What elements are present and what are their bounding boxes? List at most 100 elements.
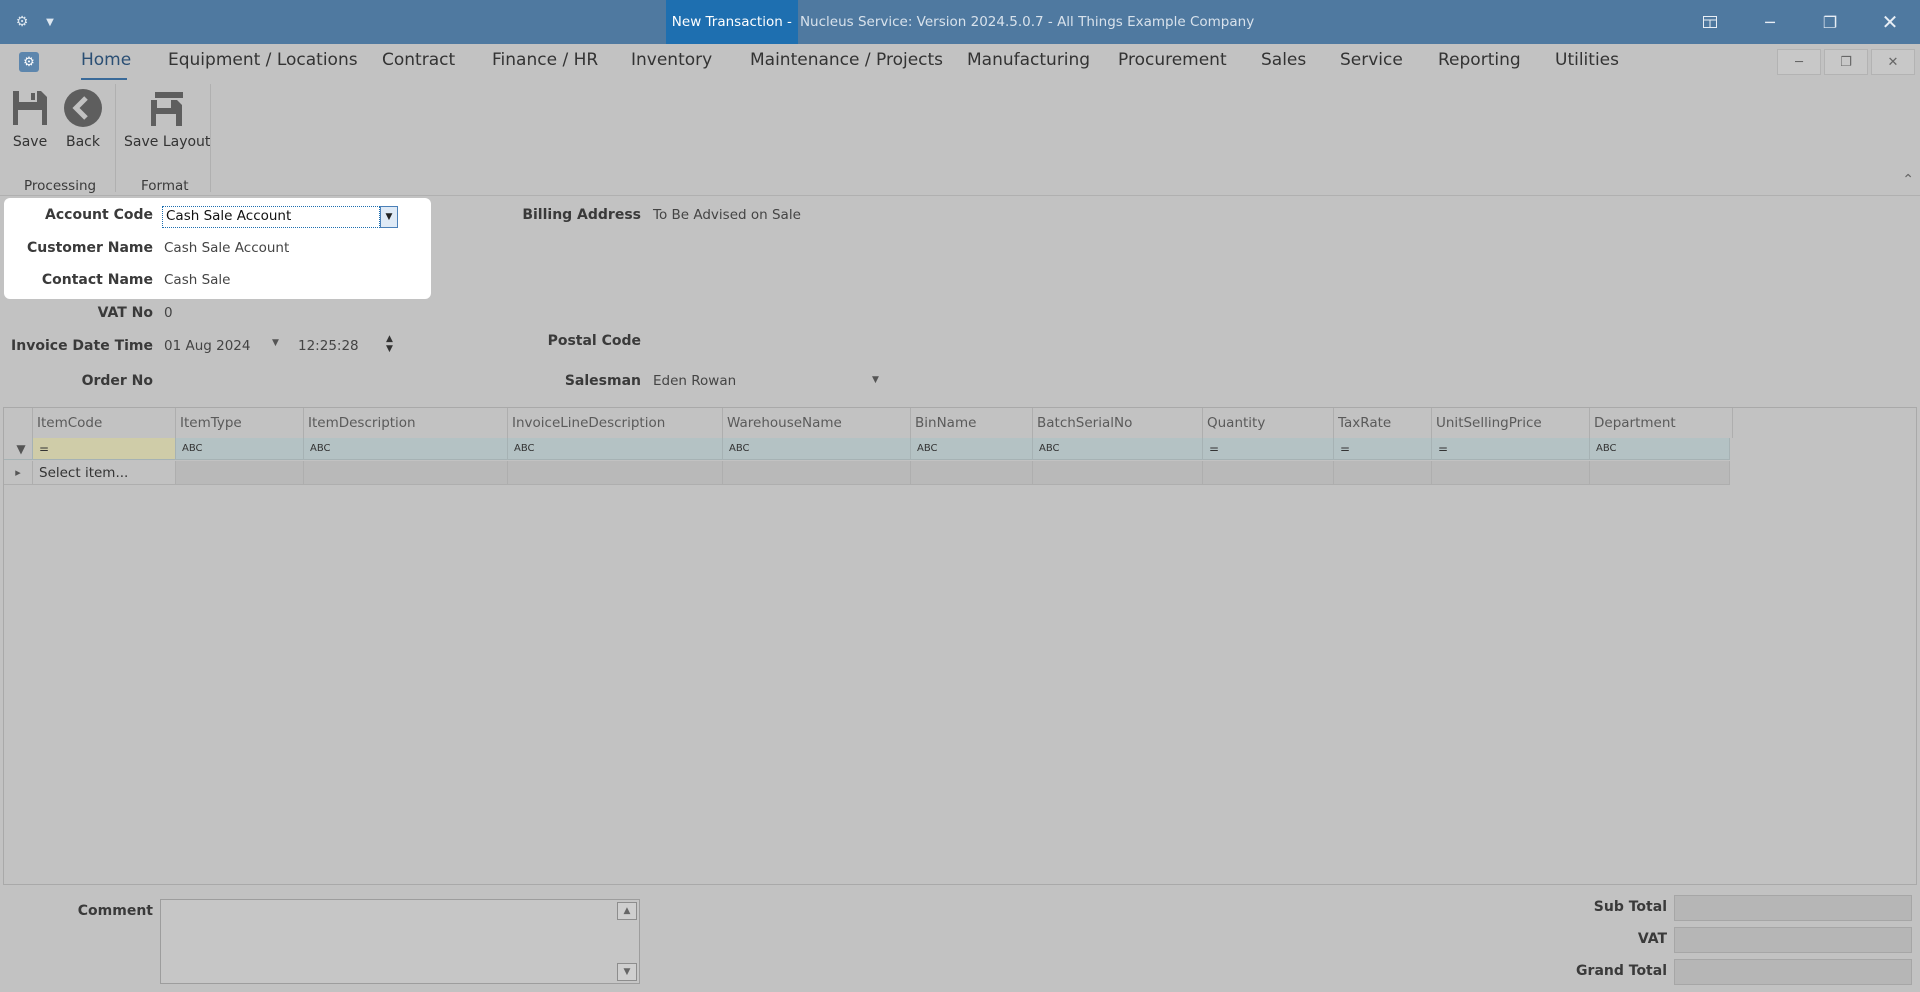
comment-label: Comment [77, 903, 153, 919]
postal-code-label: Postal Code [547, 333, 641, 349]
save-layout-label: Save Layout [124, 134, 211, 150]
filter-icon: ▼ [4, 438, 33, 460]
sub-total-field [1674, 895, 1912, 921]
group-processing-label: Processing [24, 178, 97, 194]
mdi-restore-icon[interactable]: ❐ [1824, 49, 1868, 75]
col-invoice-line-description[interactable]: InvoiceLineDescription [508, 408, 723, 438]
menu-utilities[interactable]: Utilities [1555, 50, 1619, 70]
table-cell[interactable] [1203, 461, 1334, 485]
table-cell[interactable] [508, 461, 723, 485]
window-title: New Transaction - Nucleus Service: Versi… [0, 0, 1920, 44]
account-code-input[interactable]: Cash Sale Account [162, 206, 380, 228]
group-format-label: Format [141, 178, 189, 194]
col-item-type[interactable]: ItemType [176, 408, 304, 438]
col-warehouse-name[interactable]: WarehouseName [723, 408, 911, 438]
table-cell[interactable] [1033, 461, 1203, 485]
save-layout-button[interactable]: Save Layout [124, 86, 210, 150]
menu-finance-hr[interactable]: Finance / HR [492, 50, 598, 70]
grand-total-field [1674, 959, 1912, 985]
filter-quantity[interactable]: = [1203, 438, 1334, 460]
filter-batch-serial-no[interactable]: ABC [1033, 438, 1203, 460]
menu-procurement[interactable]: Procurement [1118, 50, 1227, 70]
filter-item-code[interactable]: = [33, 438, 176, 460]
back-button[interactable]: Back [61, 86, 105, 150]
close-icon[interactable]: ✕ [1862, 0, 1918, 44]
window-title-document: New Transaction - [665, 0, 798, 44]
menu-equipment-locations[interactable]: Equipment / Locations [168, 50, 358, 70]
ribbon-separator [115, 84, 116, 192]
account-code-dropdown-icon[interactable]: ▼ [380, 206, 398, 228]
billing-address-value: To Be Advised on Sale [653, 207, 801, 223]
mdi-close-icon[interactable]: ✕ [1871, 49, 1915, 75]
menu-inventory[interactable]: Inventory [631, 50, 712, 70]
col-batch-serial-no[interactable]: BatchSerialNo [1033, 408, 1203, 438]
filter-tax-rate[interactable]: = [1334, 438, 1432, 460]
menu-maintenance-projects[interactable]: Maintenance / Projects [750, 50, 943, 70]
minimize-icon[interactable]: ─ [1742, 0, 1798, 44]
billing-address-label: Billing Address [522, 207, 641, 223]
col-quantity[interactable]: Quantity [1203, 408, 1334, 438]
collapse-ribbon-icon[interactable]: ⌃ [1902, 172, 1914, 188]
col-bin-name[interactable]: BinName [911, 408, 1033, 438]
menu-service[interactable]: Service [1340, 50, 1403, 70]
scroll-down-icon[interactable]: ▼ [617, 963, 637, 981]
ribbon-separator [210, 84, 211, 192]
filter-department[interactable]: ABC [1590, 438, 1730, 460]
col-item-description[interactable]: ItemDescription [304, 408, 508, 438]
col-department[interactable]: Department [1590, 408, 1733, 438]
table-cell[interactable] [723, 461, 911, 485]
save-layout-icon [145, 86, 189, 130]
salesman-dropdown-icon[interactable]: ▼ [872, 375, 879, 385]
col-tax-rate[interactable]: TaxRate [1334, 408, 1432, 438]
vat-no-label: VAT No [97, 305, 153, 321]
menu-bar: ⚙ Home Equipment / Locations Contract Fi… [0, 44, 1920, 80]
contact-name-value: Cash Sale [164, 272, 231, 288]
salesman-field[interactable]: Eden Rowan [653, 373, 736, 389]
app-menu-icon[interactable]: ⚙ [19, 52, 39, 72]
table-cell[interactable] [1590, 461, 1730, 485]
customer-name-value: Cash Sale Account [164, 240, 290, 256]
filter-bin-name[interactable]: ABC [911, 438, 1033, 460]
menu-contract[interactable]: Contract [382, 50, 455, 70]
window-title-app: Nucleus Service: Version 2024.5.0.7 - Al… [799, 14, 1255, 30]
menu-sales[interactable]: Sales [1261, 50, 1306, 70]
grid-header: ItemCode ItemType ItemDescription Invoic… [4, 408, 1916, 438]
table-cell[interactable] [911, 461, 1033, 485]
layout-icon[interactable] [1682, 0, 1738, 44]
table-cell[interactable] [176, 461, 304, 485]
mdi-minimize-icon[interactable]: ─ [1777, 49, 1821, 75]
col-item-code[interactable]: ItemCode [33, 408, 176, 438]
table-row[interactable]: ▸ Select item... [4, 461, 1730, 485]
order-no-label: Order No [81, 373, 153, 389]
time-spinner-icon[interactable]: ▲ ▼ [386, 334, 393, 354]
sub-total-label: Sub Total [1593, 899, 1667, 915]
new-item-cell[interactable]: Select item... [33, 461, 176, 485]
date-dropdown-icon[interactable]: ▼ [272, 338, 279, 348]
invoice-date-field[interactable]: 01 Aug 2024 [164, 338, 250, 354]
table-cell[interactable] [1432, 461, 1590, 485]
row-indicator-icon: ▸ [4, 461, 33, 485]
vat-total-field [1674, 927, 1912, 953]
save-button[interactable]: Save [8, 86, 52, 150]
menu-home[interactable]: Home [81, 50, 131, 70]
vat-label: VAT [1637, 931, 1667, 947]
save-icon [8, 86, 52, 130]
title-bar: ⚙ ▼ New Transaction - Nucleus Service: V… [0, 0, 1920, 44]
filter-warehouse-name[interactable]: ABC [723, 438, 911, 460]
menu-manufacturing[interactable]: Manufacturing [967, 50, 1090, 70]
table-cell[interactable] [1334, 461, 1432, 485]
grid-corner [4, 408, 33, 438]
scroll-up-icon[interactable]: ▲ [617, 902, 637, 920]
comment-textarea[interactable]: ▲ ▼ [160, 899, 640, 984]
invoice-time-field[interactable]: 12:25:28 [298, 338, 359, 354]
back-label: Back [66, 134, 100, 150]
filter-item-description[interactable]: ABC [304, 438, 508, 460]
filter-item-type[interactable]: ABC [176, 438, 304, 460]
menu-reporting[interactable]: Reporting [1438, 50, 1521, 70]
invoice-date-time-label: Invoice Date Time [11, 338, 153, 354]
filter-unit-selling-price[interactable]: = [1432, 438, 1590, 460]
table-cell[interactable] [304, 461, 508, 485]
col-unit-selling-price[interactable]: UnitSellingPrice [1432, 408, 1590, 438]
filter-invoice-line-description[interactable]: ABC [508, 438, 723, 460]
restore-icon[interactable]: ❐ [1802, 0, 1858, 44]
